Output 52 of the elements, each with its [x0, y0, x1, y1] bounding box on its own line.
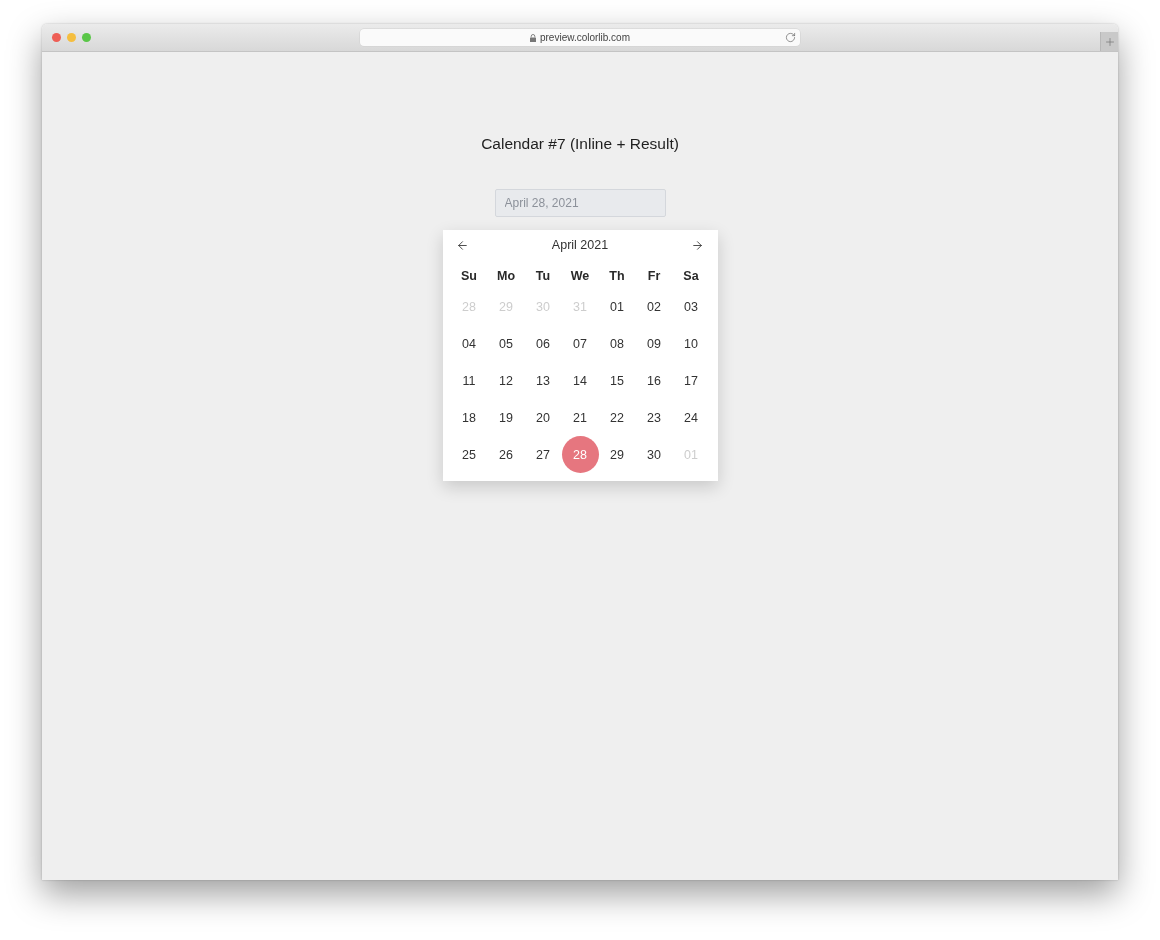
calendar-day[interactable]: 01	[598, 288, 636, 325]
calendar-day[interactable]: 16	[635, 362, 673, 399]
calendar-day[interactable]: 05	[487, 325, 525, 362]
calendar-day[interactable]: 07	[561, 325, 599, 362]
reload-icon	[785, 32, 796, 43]
calendar-day[interactable]: 19	[487, 399, 525, 436]
calendar-day[interactable]: 30	[635, 436, 673, 473]
prev-month-button[interactable]	[455, 238, 469, 252]
calendar-day[interactable]: 20	[524, 399, 562, 436]
calendar-day[interactable]: 21	[561, 399, 599, 436]
month-label: April 2021	[551, 238, 609, 252]
weekday-label: Su	[461, 269, 477, 283]
weekday-label: Mo	[496, 269, 516, 283]
arrow-right-icon	[691, 238, 705, 252]
calendar-day[interactable]: 06	[524, 325, 562, 362]
calendar-day[interactable]: 08	[598, 325, 636, 362]
new-tab-button[interactable]	[1100, 32, 1118, 51]
weekday-label: We	[570, 269, 590, 283]
weekday-label: Sa	[683, 269, 699, 283]
reload-button[interactable]	[785, 32, 796, 43]
calendar-day[interactable]: 09	[635, 325, 673, 362]
maximize-button[interactable]	[82, 33, 91, 42]
close-button[interactable]	[52, 33, 61, 42]
weekday-label: Th	[609, 269, 625, 283]
calendar-day[interactable]: 13	[524, 362, 562, 399]
weekday-label: Tu	[535, 269, 551, 283]
weekday-label: Fr	[647, 269, 661, 283]
calendar-day[interactable]: 12	[487, 362, 525, 399]
calendar-day[interactable]: 10	[672, 325, 710, 362]
calendar-day[interactable]: 04	[450, 325, 488, 362]
calendar-day[interactable]: 23	[635, 399, 673, 436]
calendar-day[interactable]: 22	[598, 399, 636, 436]
calendar-day[interactable]: 26	[487, 436, 525, 473]
calendar-day[interactable]: 15	[598, 362, 636, 399]
url-text: preview.colorlib.com	[539, 32, 630, 43]
calendar-day[interactable]: 14	[561, 362, 599, 399]
plus-icon	[1103, 35, 1116, 48]
next-month-button[interactable]	[691, 238, 705, 252]
calendar-day[interactable]: 17	[672, 362, 710, 399]
address-bar[interactable]: preview.colorlib.com	[360, 29, 800, 46]
arrow-left-icon	[455, 238, 469, 252]
calendar-day[interactable]: 18	[450, 399, 488, 436]
minimize-button[interactable]	[67, 33, 76, 42]
calendar-day[interactable]: 02	[635, 288, 673, 325]
calendar-day[interactable]: 27	[524, 436, 562, 473]
calendar-day[interactable]: 25	[450, 436, 488, 473]
calendar-day[interactable]: 24	[672, 399, 710, 436]
calendar-day[interactable]: 29	[598, 436, 636, 473]
page-title: Calendar #7 (Inline + Result)	[481, 135, 679, 153]
calendar-day[interactable]: 11	[450, 362, 488, 399]
lock-icon	[529, 33, 536, 42]
calendar-day[interactable]: 03	[672, 288, 710, 325]
